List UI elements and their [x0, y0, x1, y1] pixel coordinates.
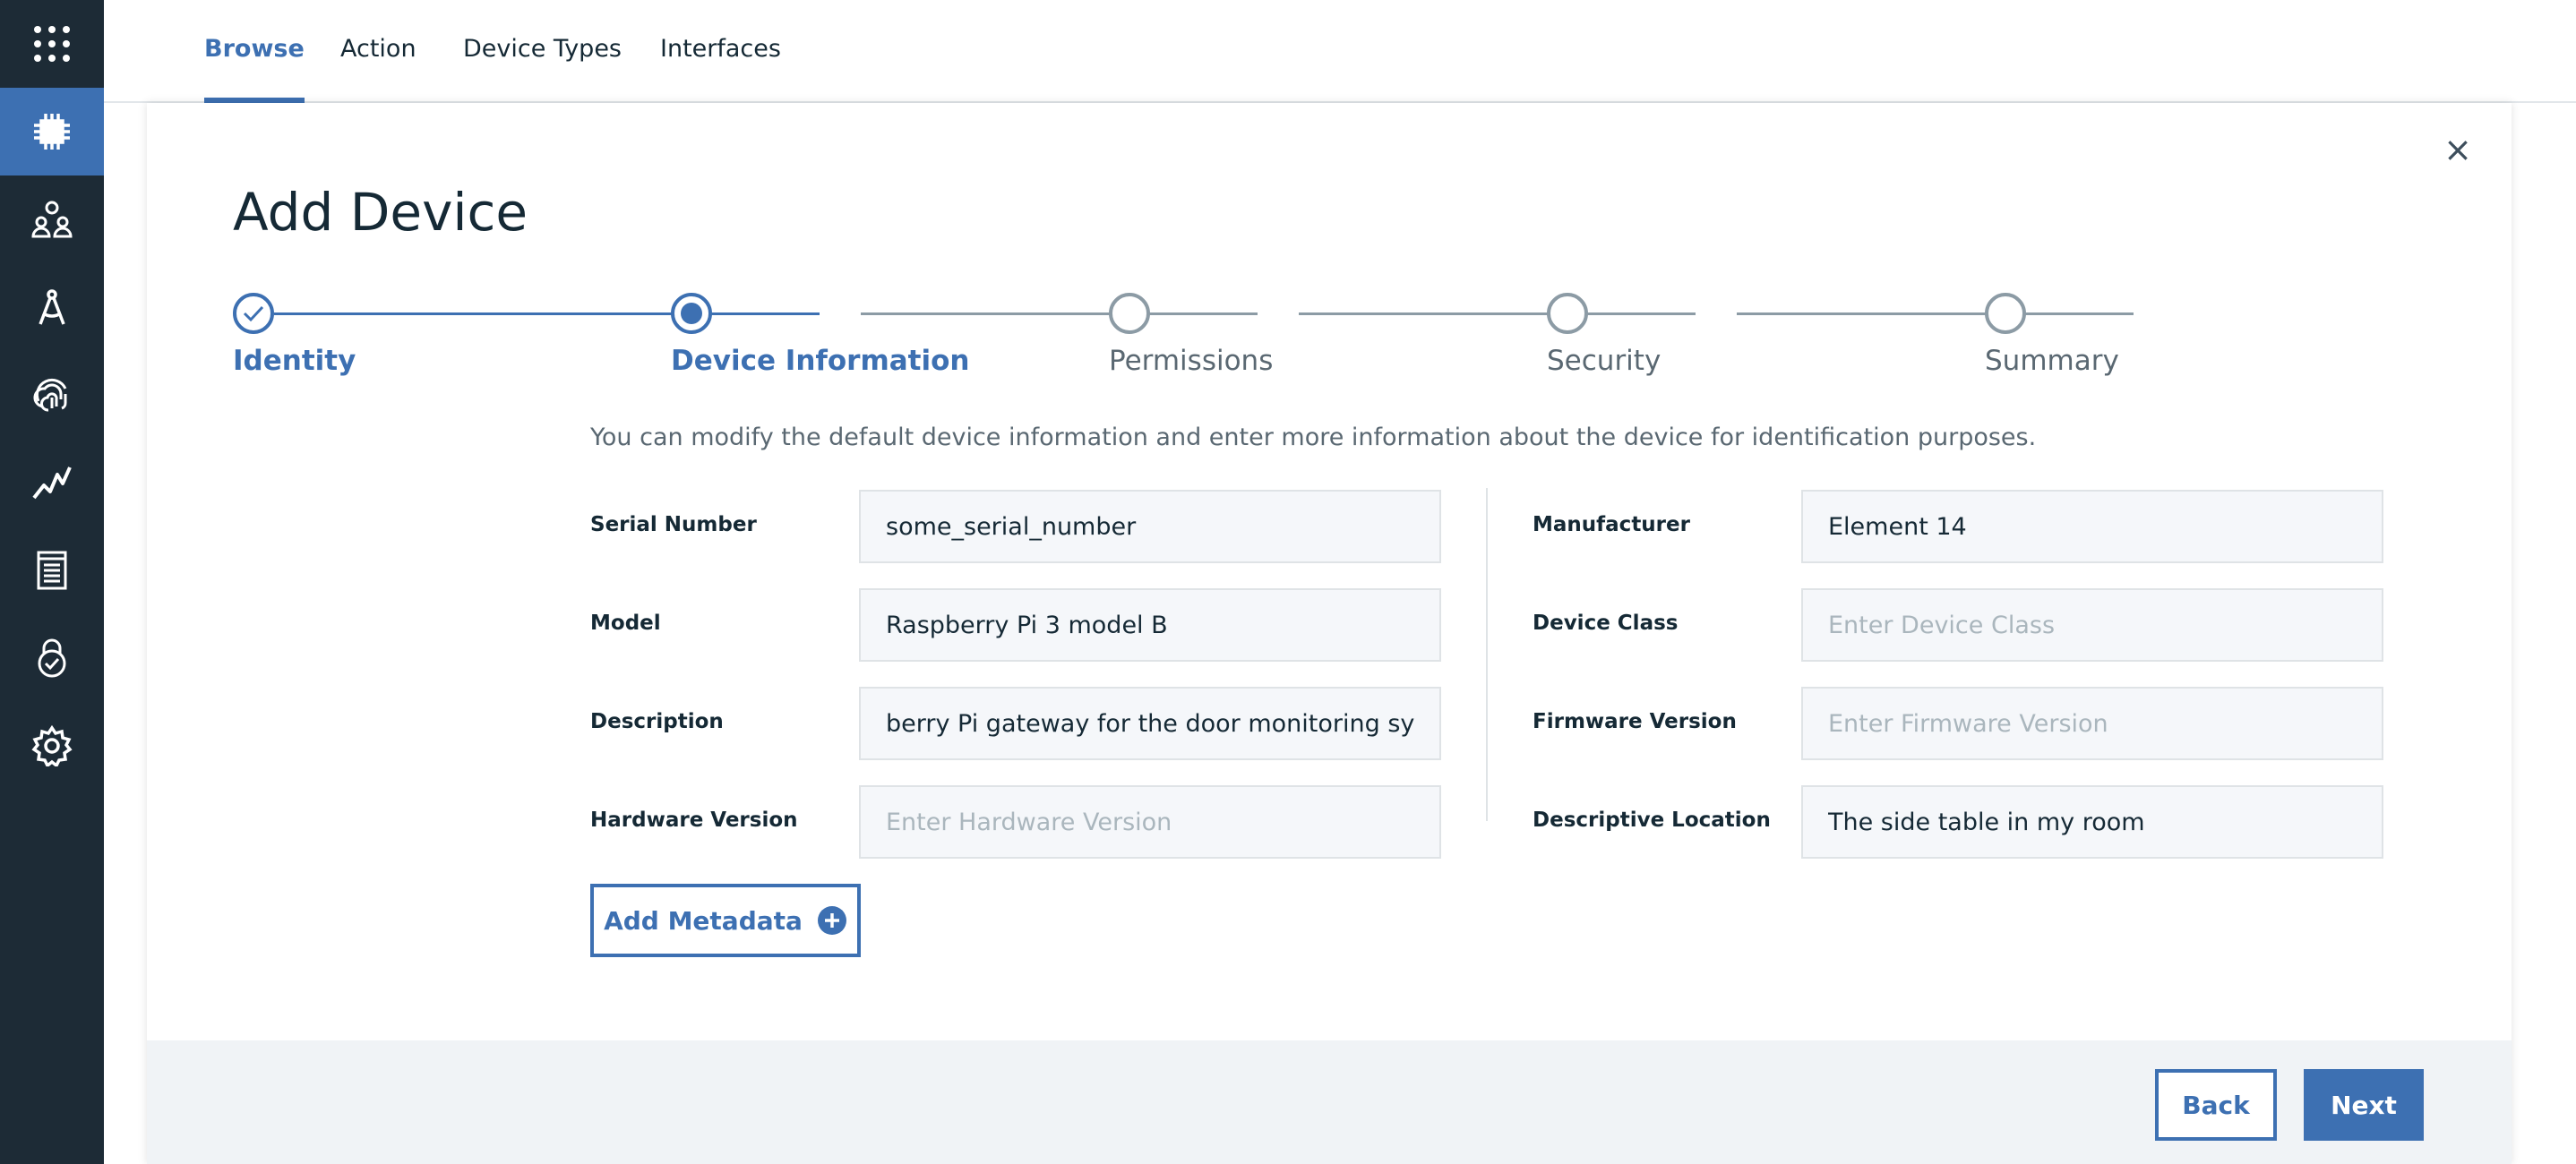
document-icon[interactable]	[0, 526, 104, 614]
model-label: Model	[590, 612, 661, 635]
next-button[interactable]: Next	[2304, 1069, 2424, 1141]
security-lock-icon[interactable]	[0, 614, 104, 702]
step-permissions-label[interactable]: Permissions	[1109, 345, 1273, 377]
step-security-label[interactable]: Security	[1547, 345, 1661, 377]
compass-icon[interactable]	[0, 263, 104, 351]
step-identity-indicator[interactable]	[233, 293, 274, 334]
members-icon[interactable]	[0, 175, 104, 263]
checkmark-icon	[243, 305, 264, 322]
tab-browse[interactable]: Browse	[204, 0, 305, 103]
progress-line-identity	[274, 312, 820, 315]
descriptive-location-input[interactable]	[1801, 785, 2383, 859]
description-input[interactable]	[859, 687, 1441, 760]
device-class-label: Device Class	[1533, 612, 1679, 635]
add-metadata-label: Add Metadata	[604, 905, 803, 936]
progress-line-security	[1737, 312, 2134, 315]
model-input[interactable]	[859, 588, 1441, 662]
add-circle-icon	[817, 906, 846, 935]
chip-icon[interactable]	[0, 88, 104, 175]
fingerprint-icon[interactable]	[0, 351, 104, 439]
description-label: Description	[590, 710, 724, 733]
hardware-version-label: Hardware Version	[590, 809, 798, 832]
tab-device-types[interactable]: Device Types	[463, 0, 622, 103]
manufacturer-input[interactable]	[1801, 490, 2383, 563]
analytics-icon[interactable]	[0, 439, 104, 526]
descriptive-location-label: Descriptive Location	[1533, 809, 1771, 832]
progress-line-device-information	[861, 312, 1258, 315]
progress-line-permissions	[1299, 312, 1696, 315]
gear-icon[interactable]	[0, 702, 104, 790]
step-summary-indicator[interactable]	[1985, 293, 2026, 334]
apps-grid-icon[interactable]	[0, 0, 104, 88]
step-device-information-label[interactable]: Device Information	[671, 345, 970, 377]
top-nav: Browse Action Device Types Interfaces	[104, 0, 2576, 103]
step-permissions-indicator[interactable]	[1109, 293, 1150, 334]
add-device-modal: × Add Device Identity Device Information…	[147, 103, 2512, 1164]
modal-footer: Back Next	[147, 1040, 2512, 1164]
firmware-version-label: Firmware Version	[1533, 710, 1737, 733]
step-identity-label[interactable]: Identity	[233, 345, 356, 377]
intro-text: You can modify the default device inform…	[590, 424, 2037, 451]
step-device-information-indicator[interactable]	[671, 293, 712, 334]
step-security-indicator[interactable]	[1547, 293, 1588, 334]
left-rail	[0, 0, 104, 1164]
manufacturer-label: Manufacturer	[1533, 513, 1690, 536]
serial-number-label: Serial Number	[590, 513, 757, 536]
device-class-input[interactable]	[1801, 588, 2383, 662]
step-summary-label[interactable]: Summary	[1985, 345, 2119, 377]
back-button[interactable]: Back	[2155, 1069, 2277, 1141]
close-icon[interactable]: ×	[2438, 130, 2477, 169]
modal-title: Add Device	[233, 182, 528, 243]
tab-interfaces[interactable]: Interfaces	[660, 0, 781, 103]
add-metadata-button[interactable]: Add Metadata	[590, 884, 861, 957]
column-divider	[1486, 488, 1488, 821]
firmware-version-input[interactable]	[1801, 687, 2383, 760]
tab-action[interactable]: Action	[340, 0, 416, 103]
serial-number-input[interactable]	[859, 490, 1441, 563]
hardware-version-input[interactable]	[859, 785, 1441, 859]
